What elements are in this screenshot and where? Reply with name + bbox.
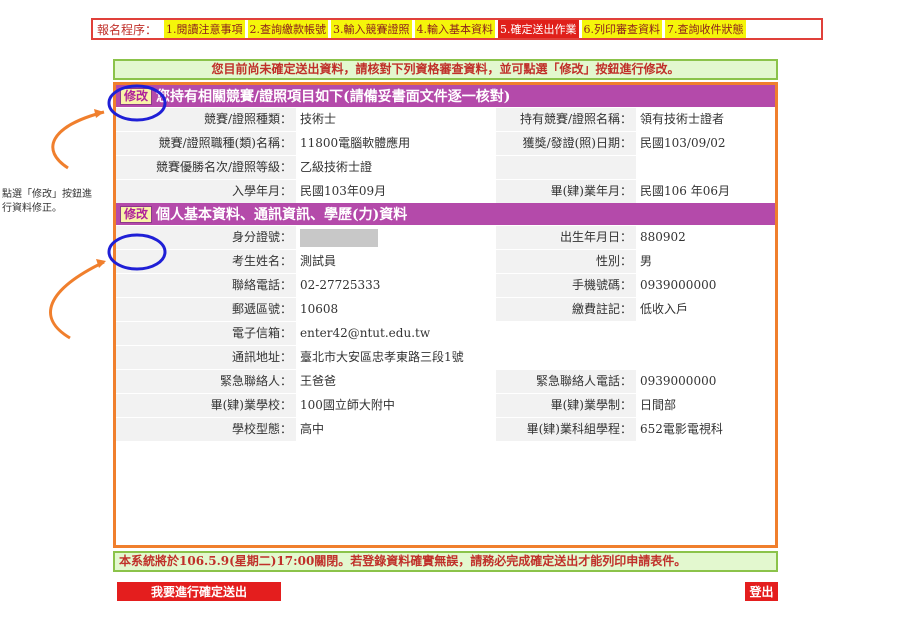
cert-category-label: 競賽/證照職種(類)名稱：: [116, 132, 296, 155]
edit-certificates-button[interactable]: 修改: [120, 87, 153, 105]
arrow-to-edit: [51, 110, 105, 170]
name-value: 測試員: [296, 250, 496, 273]
table-row: 郵遞區號： 10608 繳費註記： 低收入戶: [116, 297, 775, 321]
section-certificates-header: 修改 您持有相關競賽/證照項目如下(請備妥書面文件逐一核對): [116, 85, 775, 107]
table-row: 學校型態： 高中 畢(肄)業科組學程： 652電影電視科: [116, 417, 775, 441]
mobile-label: 手機號碼：: [496, 274, 636, 297]
school-system-value: 日間部: [636, 394, 775, 417]
enroll-date-label: 入學年月：: [116, 180, 296, 203]
table-row: 入學年月： 民國103年09月 畢(肄)業年月： 民國106 年06月: [116, 179, 775, 203]
step-7-link[interactable]: 7.查詢收件狀態: [665, 20, 746, 38]
arrow-head-icon: [96, 259, 106, 268]
birthdate-value: 880902: [636, 226, 775, 249]
gender-label: 性別：: [496, 250, 636, 273]
emergency-phone-label: 緊急聯絡人電話：: [496, 370, 636, 393]
cert-type-value: 技術士: [296, 108, 496, 131]
procedure-steps-bar: 報名程序： 1.閱讀注意事項 2.查詢繳款帳號 3.輸入競賽證照 4.輸入基本資…: [91, 18, 823, 40]
confirm-submit-button[interactable]: 我要進行確定送出: [117, 582, 281, 601]
school-system-label: 畢(肄)業學制：: [496, 394, 636, 417]
table-row: 競賽優勝名次/證照等級： 乙級技術士證: [116, 155, 775, 179]
top-notice: 您目前尚未確定送出資料，請核對下列資格審查資料，並可點選「修改」按鈕進行修改。: [113, 59, 778, 80]
step-5-link[interactable]: 5.確定送出作業: [498, 20, 579, 38]
empty-label: [496, 156, 636, 179]
table-row: 畢(肄)業學校： 100國立師大附中 畢(肄)業學制： 日間部: [116, 393, 775, 417]
fee-note-value: 低收入戶: [636, 298, 775, 321]
review-frame: 修改 您持有相關競賽/證照項目如下(請備妥書面文件逐一核對) 競賽/證照種類： …: [113, 82, 778, 548]
id-number-label: 身分證號：: [116, 226, 296, 249]
id-number-value: [296, 226, 496, 249]
graduate-date-value: 民國106 年06月: [636, 180, 775, 203]
table-row: 聯絡電話： 02-27725333 手機號碼： 0939000000: [116, 273, 775, 297]
graduate-date-label: 畢(肄)業年月：: [496, 180, 636, 203]
postcode-label: 郵遞區號：: [116, 298, 296, 321]
email-label: 電子信箱：: [116, 322, 296, 345]
cert-level-value: 乙級技術士證: [296, 156, 496, 179]
emergency-contact-label: 緊急聯絡人：: [116, 370, 296, 393]
table-row: 考生姓名： 測試員 性別： 男: [116, 249, 775, 273]
edit-personal-button[interactable]: 修改: [120, 205, 153, 223]
step-2-link[interactable]: 2.查詢繳款帳號: [247, 20, 329, 38]
address-label: 通訊地址：: [116, 346, 296, 369]
school-type-label: 學校型態：: [116, 418, 296, 441]
program-label: 畢(肄)業科組學程：: [496, 418, 636, 441]
table-row: 身分證號： 出生年月日： 880902: [116, 225, 775, 249]
section-personal-title: 個人基本資料、通訊資訊、學歷(力)資料: [156, 207, 408, 223]
program-value: 652電影電視科: [636, 418, 775, 441]
section-personal-header: 修改 個人基本資料、通訊資訊、學歷(力)資料: [116, 203, 775, 225]
emergency-phone-value: 0939000000: [636, 370, 775, 393]
enroll-date-value: 民國103年09月: [296, 180, 496, 203]
cert-name-value: 領有技術士證者: [636, 108, 775, 131]
step-6-link[interactable]: 6.列印審查資料: [581, 20, 663, 38]
table-row: 競賽/證照種類： 技術士 持有競賽/證照名稱： 領有技術士證者: [116, 107, 775, 131]
school-value: 100國立師大附中: [296, 394, 496, 417]
cert-name-label: 持有競賽/證照名稱：: [496, 108, 636, 131]
emergency-contact-value: 王爸爸: [296, 370, 496, 393]
side-annotation-note: 點選「修改」按鈕進行資料修正。: [2, 189, 92, 214]
table-row: 電子信箱： enter42@ntut.edu.tw: [116, 321, 775, 345]
section-certificates-title: 您持有相關競賽/證照項目如下(請備妥書面文件逐一核對): [156, 89, 511, 105]
cert-category-value: 11800電腦軟體應用: [296, 132, 496, 155]
phone-label: 聯絡電話：: [116, 274, 296, 297]
name-label: 考生姓名：: [116, 250, 296, 273]
school-type-value: 高中: [296, 418, 496, 441]
table-row: 緊急聯絡人： 王爸爸 緊急聯絡人電話： 0939000000: [116, 369, 775, 393]
masked-id-block: [300, 228, 378, 247]
postcode-value: 10608: [296, 298, 496, 321]
gender-value: 男: [636, 250, 775, 273]
cert-date-value: 民國103/09/02: [636, 132, 775, 155]
step-1-link[interactable]: 1.閱讀注意事項: [164, 20, 245, 38]
steps-lead-label: 報名程序：: [97, 22, 158, 37]
address-value: 臺北市大安區忠孝東路三段1號: [296, 346, 775, 369]
phone-value: 02-27725333: [296, 274, 496, 297]
cert-level-label: 競賽優勝名次/證照等級：: [116, 156, 296, 179]
cert-type-label: 競賽/證照種類：: [116, 108, 296, 131]
school-label: 畢(肄)業學校：: [116, 394, 296, 417]
table-row: 競賽/證照職種(類)名稱： 11800電腦軟體應用 獲獎/發證(照)日期： 民國…: [116, 131, 775, 155]
fee-note-label: 繳費註記：: [496, 298, 636, 321]
step-3-link[interactable]: 3.輸入競賽證照: [331, 20, 412, 38]
step-4-link[interactable]: 4.輸入基本資料: [414, 20, 496, 38]
logout-button[interactable]: 登出: [745, 582, 778, 601]
mobile-value: 0939000000: [636, 274, 775, 297]
arrow-head-icon: [94, 109, 104, 118]
bottom-notice: 本系統將於106.5.9(星期二)17:00關閉。若登錄資料確實無誤，請務必完成…: [113, 551, 778, 572]
empty-value: [636, 156, 775, 179]
birthdate-label: 出生年月日：: [496, 226, 636, 249]
cert-date-label: 獲獎/發證(照)日期：: [496, 132, 636, 155]
arrow-to-edit: [49, 260, 105, 340]
email-value: enter42@ntut.edu.tw: [296, 322, 775, 345]
table-row: 通訊地址： 臺北市大安區忠孝東路三段1號: [116, 345, 775, 369]
